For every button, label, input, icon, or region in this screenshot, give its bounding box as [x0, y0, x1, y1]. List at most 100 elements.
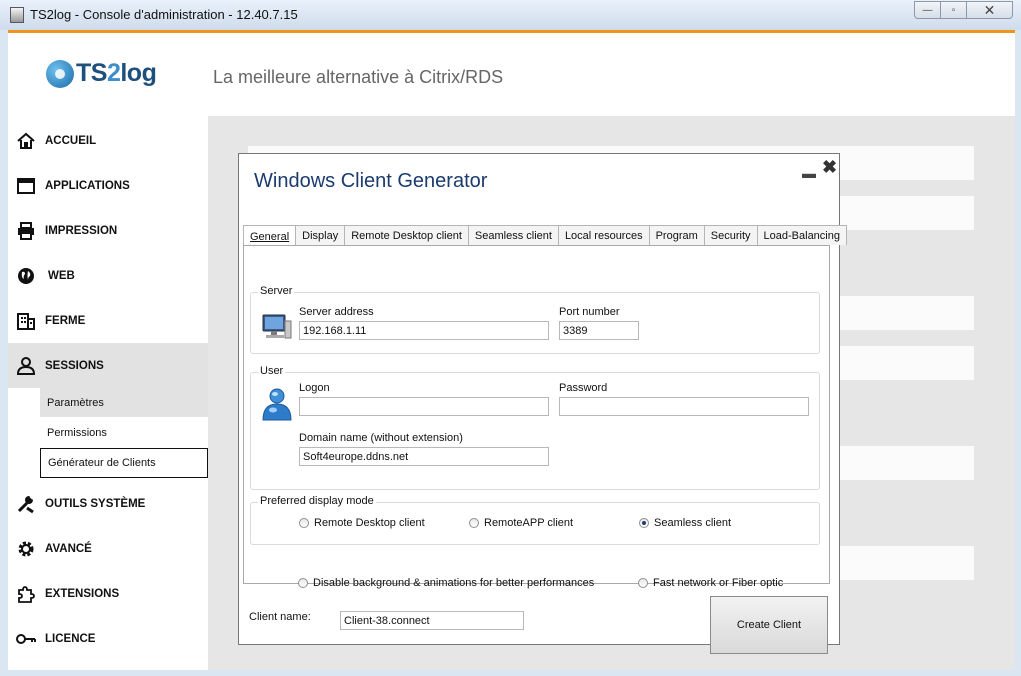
tagline: La meilleure alternative à Citrix/RDS	[213, 67, 504, 87]
nav-item-applications[interactable]: APPLICATIONS	[8, 163, 208, 208]
server-address-label: Server address	[299, 306, 374, 318]
radio-fast-network[interactable]: Fast network or Fiber optic	[638, 577, 783, 589]
radio-dot-checked	[639, 518, 649, 528]
radio-disable-background[interactable]: Disable background & animations for bett…	[298, 577, 594, 589]
window-icon	[15, 175, 37, 197]
domain-name-input[interactable]	[299, 447, 549, 466]
dialog-close-icon[interactable]: ✖	[822, 157, 837, 178]
sub-item-parametres[interactable]: Paramètres	[40, 388, 208, 417]
tab-strip: General Display Remote Desktop client Se…	[243, 225, 847, 247]
server-group-label: Server	[258, 285, 295, 297]
window-controls: — ▫ ✕	[914, 1, 1013, 19]
nav-label: APPLICATIONS	[45, 179, 130, 192]
windows-client-generator-dialog: Windows Client Generator ▬ ✖ General Dis…	[238, 153, 847, 654]
port-number-label: Port number	[559, 306, 620, 318]
background-row	[838, 346, 974, 380]
globe-icon	[15, 265, 37, 287]
logo-prefix: TS	[76, 59, 107, 87]
password-input[interactable]	[559, 397, 809, 416]
close-button[interactable]: ✕	[967, 1, 1013, 19]
background-row	[838, 546, 974, 580]
server-group: Server Server address Port number	[250, 285, 820, 354]
display-mode-group: Preferred display mode Remote Desktop cl…	[250, 495, 820, 545]
nav-label: LICENCE	[45, 632, 96, 645]
user-group: User Logon Password Domain name (without…	[250, 365, 820, 490]
background-row	[838, 296, 974, 330]
create-client-button[interactable]: Create Client	[710, 596, 828, 654]
radio-dot	[638, 578, 648, 588]
tab-seamless-client[interactable]: Seamless client	[468, 225, 559, 245]
nav-item-accueil[interactable]: ACCUEIL	[8, 118, 208, 163]
general-tab-panel: Server Server address Port number	[243, 245, 830, 589]
user-icon	[15, 355, 37, 377]
radio-label: Seamless client	[654, 517, 732, 529]
radio-dot	[469, 518, 479, 528]
nav-label: ACCUEIL	[45, 134, 97, 147]
nav-item-impression[interactable]: IMPRESSION	[8, 208, 208, 253]
home-icon	[15, 130, 37, 152]
background-row	[838, 446, 974, 480]
display-mode-group-label: Preferred display mode	[258, 495, 376, 507]
logo-suffix: log	[120, 59, 157, 87]
window-title: TS2log - Console d'administration - 12.4…	[30, 7, 298, 22]
logo-text: TS2log	[76, 59, 157, 88]
radio-label: Fast network or Fiber optic	[653, 577, 784, 589]
app-icon	[10, 7, 24, 23]
building-icon	[15, 310, 37, 332]
ts2log-logo: TS2log	[46, 59, 157, 88]
tab-program[interactable]: Program	[649, 225, 705, 245]
radio-remoteapp-client[interactable]: RemoteAPP client	[469, 517, 573, 529]
sub-item-permissions[interactable]: Permissions	[40, 418, 208, 447]
app-header: TS2log La meilleure alternative à Citrix…	[8, 33, 1015, 116]
nav-item-ferme[interactable]: FERME	[8, 298, 208, 343]
nav-label: SESSIONS	[45, 359, 104, 372]
dialog-minimize-icon[interactable]: ▬	[802, 165, 816, 181]
nav-item-avance[interactable]: AVANCÉ	[8, 526, 208, 571]
radio-seamless-client[interactable]: Seamless client	[639, 517, 731, 529]
logon-input[interactable]	[299, 397, 549, 416]
radio-label: Remote Desktop client	[314, 517, 425, 529]
nav-label: WEB	[48, 269, 75, 282]
nav-item-licence[interactable]: LICENCE	[8, 616, 208, 661]
tab-local-resources[interactable]: Local resources	[558, 225, 650, 245]
client-name-label: Client name:	[249, 611, 311, 623]
port-number-input[interactable]	[559, 321, 639, 340]
computer-icon	[261, 313, 293, 346]
radio-label: RemoteAPP client	[484, 517, 574, 529]
user-avatar-icon	[261, 387, 293, 426]
maximize-button[interactable]: ▫	[941, 1, 967, 19]
key-icon	[15, 628, 37, 650]
tab-general[interactable]: General	[243, 225, 297, 247]
domain-name-label: Domain name (without extension)	[299, 432, 463, 444]
server-address-input[interactable]	[299, 321, 549, 340]
radio-dot	[298, 578, 308, 588]
tab-security[interactable]: Security	[704, 225, 758, 245]
user-group-label: User	[258, 365, 286, 377]
app-client-area: TS2log La meilleure alternative à Citrix…	[8, 30, 1015, 670]
sidebar: ACCUEIL APPLICATIONS IMPRESSION WEB FERM…	[8, 116, 208, 670]
nav-label: IMPRESSION	[45, 224, 118, 237]
password-label: Password	[559, 382, 608, 394]
sub-item-generateur-clients[interactable]: Générateur de Clients	[40, 448, 208, 478]
client-name-input[interactable]	[340, 611, 524, 630]
radio-label: Disable background & animations for bett…	[313, 577, 595, 589]
tab-load-balancing[interactable]: Load-Balancing	[757, 225, 847, 245]
logon-label: Logon	[299, 382, 330, 394]
nav-item-web[interactable]: WEB	[8, 253, 208, 298]
nav-item-extensions[interactable]: EXTENSIONS	[8, 571, 208, 616]
puzzle-icon	[15, 583, 37, 605]
window-titlebar: TS2log - Console d'administration - 12.4…	[0, 0, 1021, 30]
logo-share-icon	[46, 59, 74, 88]
nav-label: OUTILS SYSTÈME	[45, 497, 146, 510]
nav-item-sessions[interactable]: SESSIONS	[8, 343, 208, 388]
minimize-button[interactable]: —	[914, 1, 941, 19]
tab-display[interactable]: Display	[296, 225, 346, 245]
nav-label: AVANCÉ	[45, 542, 92, 555]
radio-remote-desktop-client[interactable]: Remote Desktop client	[299, 517, 425, 529]
radio-dot	[299, 518, 309, 528]
nav-label: EXTENSIONS	[45, 587, 120, 600]
nav-label: FERME	[45, 314, 86, 327]
tab-remote-desktop-client[interactable]: Remote Desktop client	[345, 225, 469, 245]
nav-item-outils-systeme[interactable]: OUTILS SYSTÈME	[8, 481, 208, 526]
wrench-icon	[15, 493, 37, 515]
